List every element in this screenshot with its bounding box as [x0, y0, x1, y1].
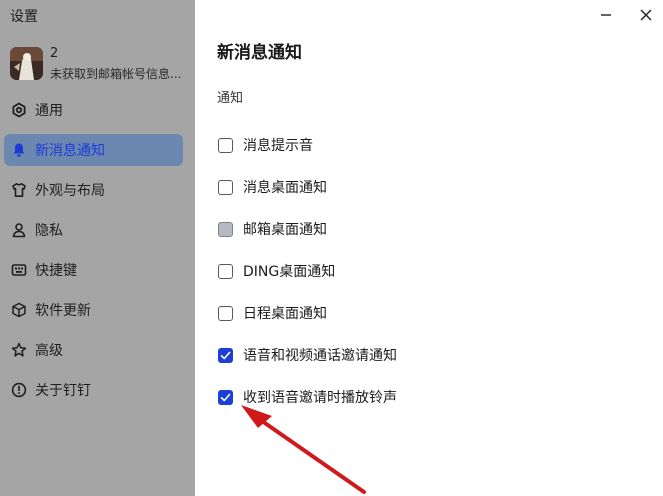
option-label: 消息提示音	[243, 138, 313, 154]
bell-icon	[11, 142, 27, 158]
option-call-invite-notification[interactable]: 语音和视频通话邀请通知	[218, 344, 397, 366]
section-title: 通知	[217, 91, 244, 106]
window-title: 设置	[10, 9, 38, 25]
option-mail-desktop-notification[interactable]: 邮箱桌面通知	[218, 218, 327, 240]
sidebar-item-appearance[interactable]: 外观与布局	[4, 174, 183, 206]
page-title: 新消息通知	[217, 43, 302, 63]
sidebar-item-label: 软件更新	[35, 303, 91, 319]
checkbox[interactable]	[218, 347, 233, 363]
sidebar: 设置 2 未获取到邮箱帐号信息... 通用 新消息通知 外观与布局 隐私 快捷键…	[0, 0, 195, 496]
check-icon	[220, 351, 231, 359]
checkbox[interactable]	[218, 389, 233, 405]
checkbox[interactable]	[218, 305, 233, 321]
account-name: 2	[50, 46, 59, 61]
checkbox[interactable]	[218, 137, 233, 153]
option-label: 消息桌面通知	[243, 180, 327, 196]
check-icon	[220, 393, 231, 401]
avatar[interactable]	[10, 47, 43, 80]
close-icon	[640, 9, 652, 21]
sidebar-item-advanced[interactable]: 高级	[4, 334, 183, 366]
sidebar-item-privacy[interactable]: 隐私	[4, 214, 183, 246]
sidebar-item-label: 外观与布局	[35, 183, 105, 199]
minimize-button[interactable]	[596, 6, 616, 24]
option-voice-invite-ringtone[interactable]: 收到语音邀请时播放铃声	[218, 386, 397, 408]
shirt-icon	[11, 182, 27, 198]
account-card[interactable]: 2 未获取到邮箱帐号信息...	[8, 46, 190, 82]
person-icon	[11, 222, 27, 238]
sidebar-item-update[interactable]: 软件更新	[4, 294, 183, 326]
sidebar-item-label: 新消息通知	[35, 143, 105, 159]
option-label: 语音和视频通话邀请通知	[243, 348, 397, 364]
option-message-desktop-notification[interactable]: 消息桌面通知	[218, 176, 327, 198]
checkbox[interactable]	[218, 263, 233, 279]
settings-panel: 新消息通知 通知 消息提示音 消息桌面通知 邮箱桌面通知 DING桌面通知 日程…	[195, 0, 663, 496]
sidebar-item-general[interactable]: 通用	[4, 94, 183, 126]
sidebar-item-label: 通用	[35, 103, 63, 119]
sidebar-item-label: 高级	[35, 343, 63, 359]
info-icon	[11, 382, 27, 398]
checkbox[interactable]	[218, 179, 233, 195]
sidebar-item-label: 隐私	[35, 223, 63, 239]
option-calendar-desktop-notification[interactable]: 日程桌面通知	[218, 302, 327, 324]
sidebar-item-label: 快捷键	[35, 263, 77, 279]
option-label: DING桌面通知	[243, 264, 336, 280]
sidebar-item-notifications[interactable]: 新消息通知	[4, 134, 183, 166]
keyboard-icon	[11, 262, 27, 278]
star-icon	[11, 342, 27, 358]
checkbox[interactable]	[218, 221, 233, 237]
sidebar-item-shortcuts[interactable]: 快捷键	[4, 254, 183, 286]
sidebar-item-label: 关于钉钉	[35, 383, 91, 399]
box-icon	[11, 302, 27, 318]
option-label: 日程桌面通知	[243, 306, 327, 322]
option-label: 邮箱桌面通知	[243, 222, 327, 238]
option-ding-desktop-notification[interactable]: DING桌面通知	[218, 260, 335, 282]
account-status: 未获取到邮箱帐号信息...	[50, 67, 182, 81]
option-label: 收到语音邀请时播放铃声	[243, 390, 397, 406]
close-button[interactable]	[636, 6, 656, 24]
settings-nav: 通用 新消息通知 外观与布局 隐私 快捷键 软件更新 高级 关于钉钉	[0, 94, 195, 414]
gear-icon	[11, 102, 27, 118]
sidebar-item-about[interactable]: 关于钉钉	[4, 374, 183, 406]
option-message-sound[interactable]: 消息提示音	[218, 134, 313, 156]
